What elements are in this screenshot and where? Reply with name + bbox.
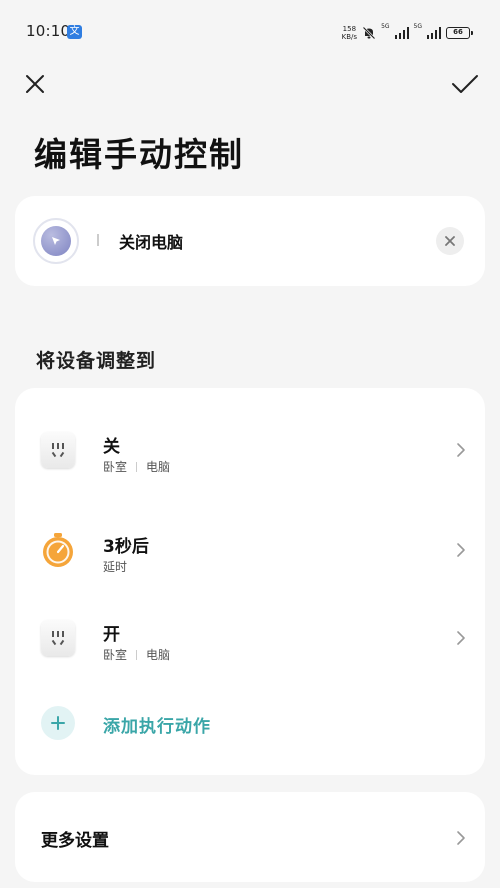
confirm-button[interactable] xyxy=(447,66,483,102)
action-title: 开 xyxy=(103,625,120,645)
action-room: 卧室 xyxy=(103,460,128,474)
status-bar: 10:10 文 158 KB/s 5G 5G 66 xyxy=(0,0,500,64)
divider xyxy=(136,461,138,472)
chevron-right-icon xyxy=(457,443,465,457)
trigger-card: 关闭电脑 xyxy=(15,196,485,286)
checkmark-icon xyxy=(452,75,478,93)
close-button[interactable] xyxy=(17,66,53,102)
chevron-right-icon xyxy=(457,831,465,845)
actions-card: 关 卧室 电脑 3秒后 延时 开 卧室 电脑 添加执行动作 xyxy=(15,388,485,775)
action-title: 3秒后 xyxy=(103,537,149,557)
action-subtitle: 延时 xyxy=(103,560,128,574)
clear-trigger-button[interactable] xyxy=(436,227,464,255)
action-row-off[interactable]: 关 卧室 电脑 xyxy=(15,418,485,482)
network-speed: 158 KB/s xyxy=(342,25,357,41)
divider xyxy=(136,649,138,660)
action-room: 卧室 xyxy=(103,648,128,662)
timer-icon xyxy=(43,533,73,567)
chevron-right-icon xyxy=(457,631,465,645)
signal-2-label: 5G xyxy=(413,23,422,30)
signal-1-label: 5G xyxy=(381,23,390,30)
action-device: 电脑 xyxy=(146,460,171,474)
plus-icon xyxy=(41,706,75,740)
app-notification-icon: 文 xyxy=(67,25,82,39)
page-title: 编辑手动控制 xyxy=(34,135,244,174)
cursor-arrow-icon xyxy=(52,237,60,245)
socket-icon xyxy=(41,432,75,468)
network-speed-unit: KB/s xyxy=(341,33,358,41)
socket-icon xyxy=(41,620,75,656)
network-speed-value: 158 xyxy=(342,25,357,33)
add-action-button[interactable]: 添加执行动作 xyxy=(15,690,485,754)
trigger-icon xyxy=(33,218,79,264)
divider xyxy=(97,234,99,246)
clear-icon xyxy=(445,236,455,246)
section-title: 将设备调整到 xyxy=(36,350,157,372)
trigger-name: 关闭电脑 xyxy=(119,233,184,252)
action-title: 关 xyxy=(103,437,120,457)
action-subtitle: 卧室 电脑 xyxy=(103,458,170,475)
action-row-delay[interactable]: 3秒后 延时 xyxy=(15,518,485,582)
mute-bell-icon xyxy=(362,26,376,40)
action-row-on[interactable]: 开 卧室 电脑 xyxy=(15,606,485,670)
signal-bars-icon xyxy=(394,27,409,39)
more-settings-button[interactable]: 更多设置 xyxy=(15,792,485,882)
signal-bars-icon xyxy=(427,27,441,39)
status-time: 10:10 xyxy=(26,22,71,40)
action-device: 电脑 xyxy=(146,648,171,662)
add-action-label: 添加执行动作 xyxy=(103,717,211,737)
status-indicators: 158 KB/s 5G 5G 66 xyxy=(342,23,473,42)
battery-icon: 66 xyxy=(446,27,473,39)
chevron-right-icon xyxy=(457,543,465,557)
close-icon xyxy=(26,75,44,93)
more-settings-label: 更多设置 xyxy=(41,831,109,851)
action-subtitle: 卧室 电脑 xyxy=(103,646,170,663)
